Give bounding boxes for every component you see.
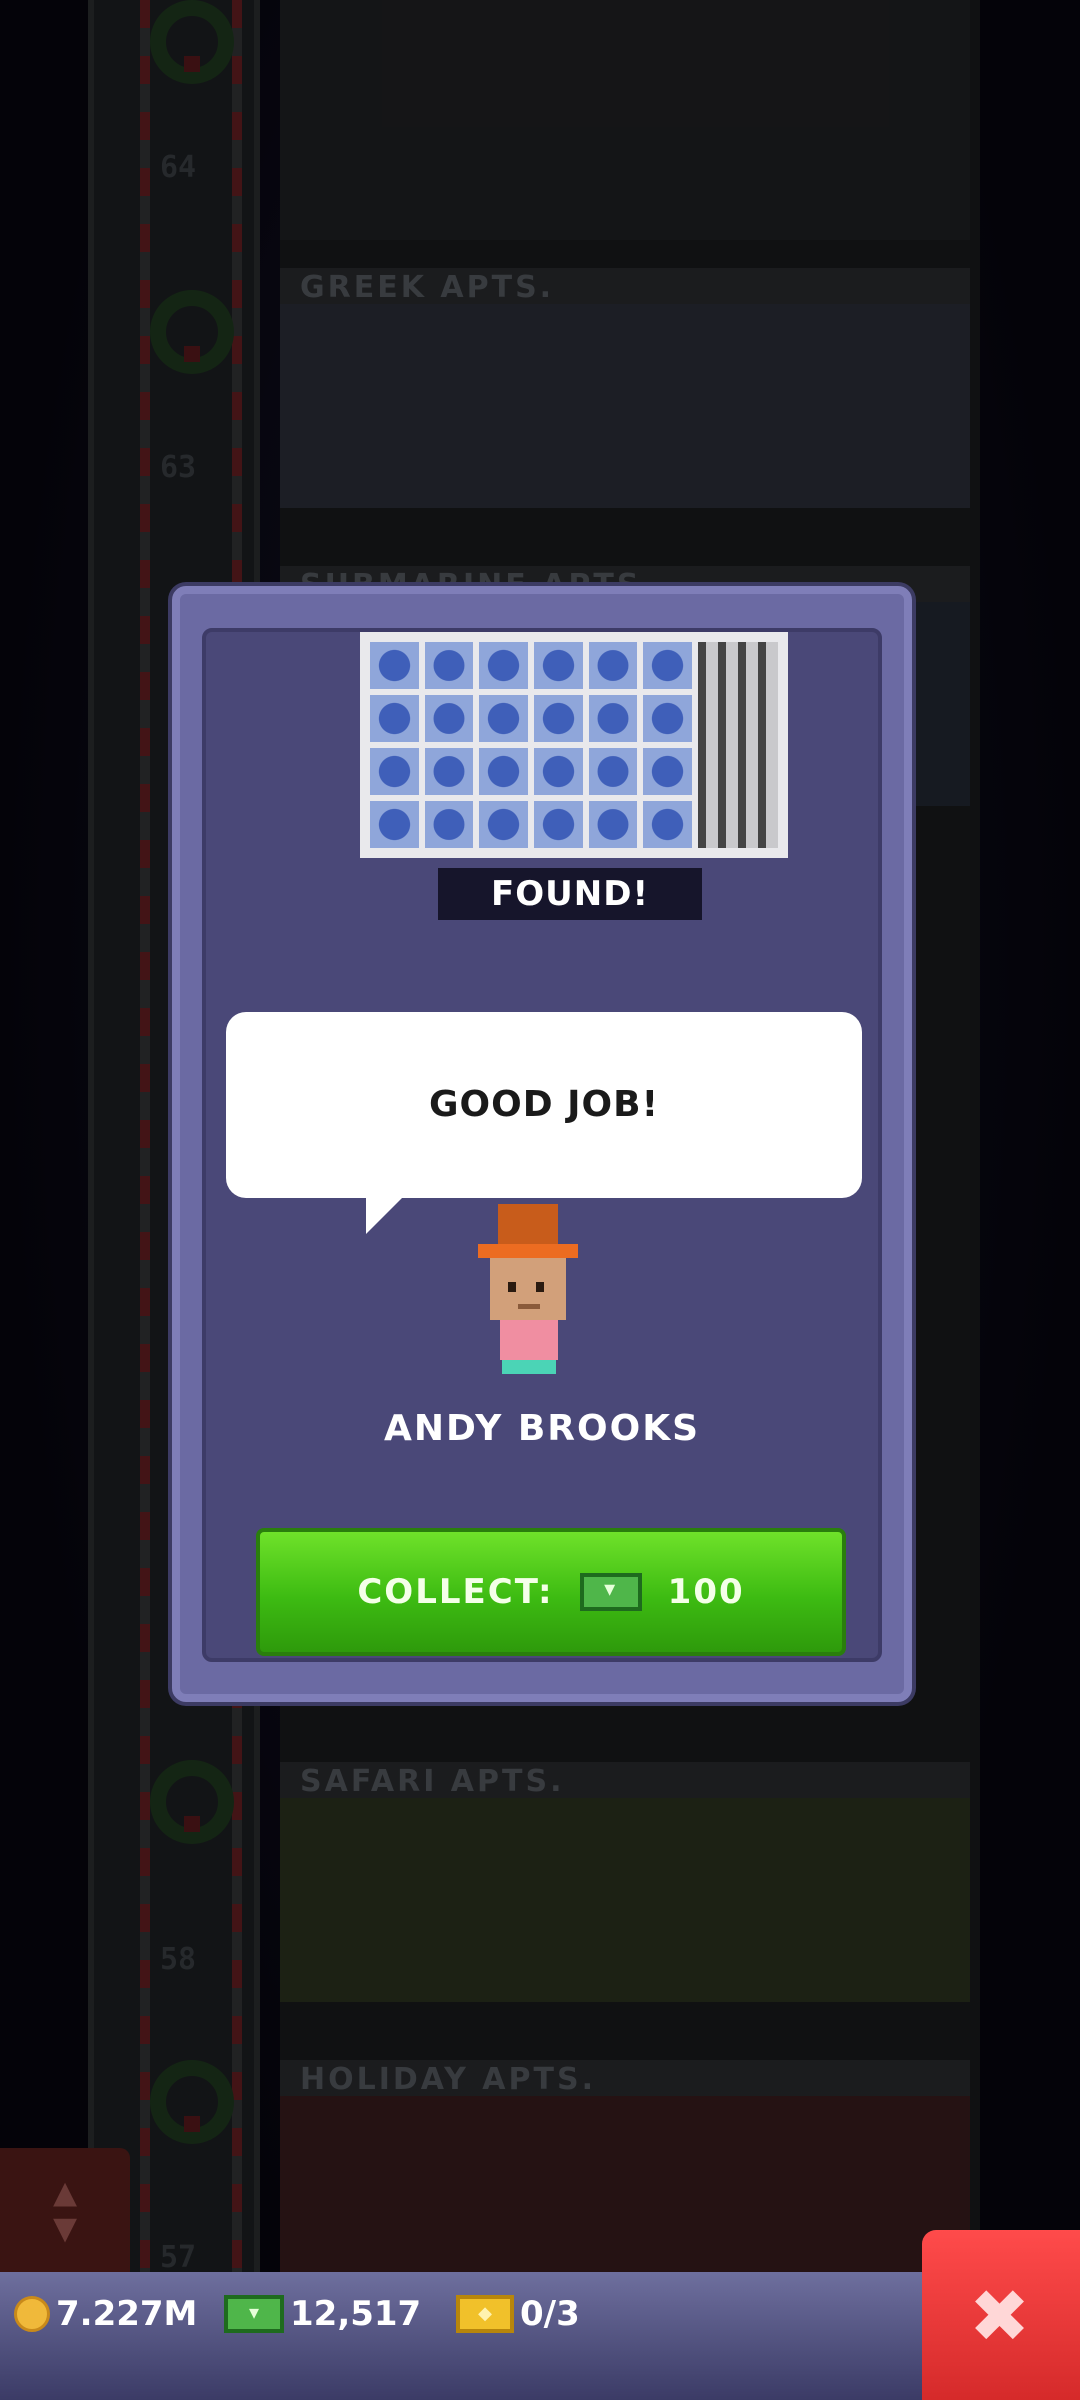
close-icon: ✖ (972, 2259, 1030, 2371)
collect-amount: 100 (667, 1572, 745, 1612)
found-badge: FOUND! (438, 868, 702, 920)
coins-value: 7.227M (56, 2294, 198, 2334)
tickets-counter: 0/3 (456, 2294, 580, 2334)
dialog-panel: FOUND! GOOD JOB! ANDY BROOKS COLLECT: 10… (202, 628, 882, 1662)
bux-value: 12,517 (290, 2294, 422, 2334)
elevator-updown-icon: ▲ ▼ (52, 2169, 78, 2251)
collect-button[interactable]: COLLECT: 100 (256, 1528, 846, 1656)
elevator-button[interactable]: ▲ ▼ (0, 2148, 130, 2272)
close-button[interactable]: ✖ (922, 2230, 1080, 2400)
bitizen-avatar (478, 1204, 578, 1374)
golden-ticket-icon (456, 2295, 514, 2333)
tickets-value: 0/3 (520, 2294, 580, 2334)
speech-bubble-tail (366, 1192, 408, 1234)
bux-icon (579, 1573, 642, 1611)
coin-icon (14, 2296, 50, 2332)
character-name: ANDY BROOKS (383, 1408, 701, 1449)
coins-counter: 7.227M (14, 2294, 197, 2334)
found-item-dialog: FOUND! GOOD JOB! ANDY BROOKS COLLECT: 10… (172, 586, 912, 1702)
bottom-hud-bar (0, 2272, 1080, 2400)
speech-bubble: GOOD JOB! (226, 1012, 862, 1198)
bux-counter: 12,517 (224, 2294, 421, 2334)
collect-label: COLLECT: (357, 1572, 554, 1612)
bux-icon (224, 2295, 284, 2333)
found-item-image (360, 632, 788, 858)
